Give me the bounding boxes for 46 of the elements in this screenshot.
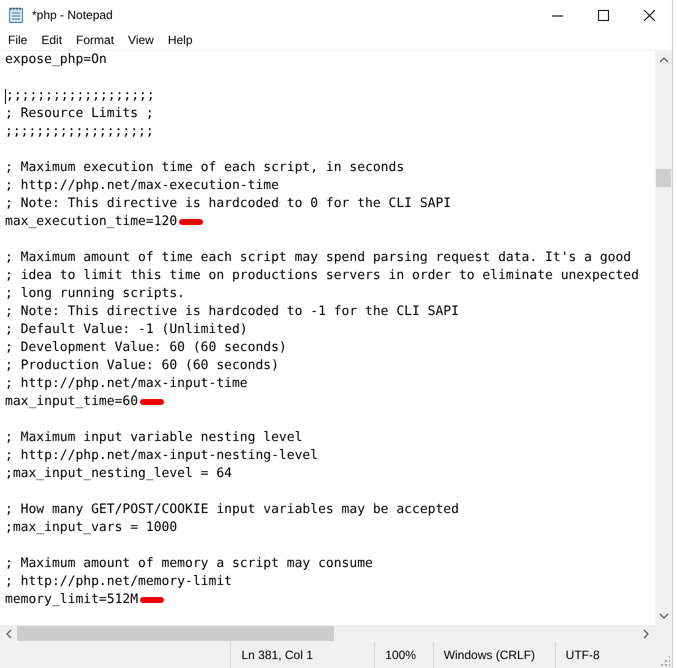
code-line: ; Production Value: 60 (60 seconds) (5, 357, 279, 375)
scroll-up-icon[interactable] (658, 57, 668, 63)
menu-item[interactable]: Help (160, 30, 200, 50)
menu-item[interactable]: View (121, 30, 161, 50)
code-line: ; Development Value: 60 (60 seconds) (5, 339, 287, 357)
resize-grip[interactable] (660, 656, 670, 666)
menu-item[interactable]: Format (69, 30, 122, 50)
scroll-left-icon[interactable] (6, 628, 12, 638)
window-title: *php - Notepad (32, 8, 113, 22)
cursor-position: Ln 381, Col 1 (241, 648, 313, 662)
code-line: ; Note: This directive is hardcoded to -1 for the CLI SAPI (5, 303, 459, 321)
vertical-scrollbar[interactable] (655, 51, 672, 642)
scroll-thumb[interactable] (17, 626, 334, 641)
line-ending: Windows (CRLF) (444, 648, 536, 662)
code-line: expose_php=On (5, 51, 107, 69)
code-line: ; http://php.net/max-input-time (5, 375, 248, 393)
menu-item[interactable]: File (1, 30, 34, 50)
code-line: ; http://php.net/memory-limit (5, 573, 232, 591)
scroll-down-icon[interactable] (658, 613, 668, 619)
code-line: ;max_input_nesting_level = 64 (5, 465, 232, 483)
code-line: ; Default Value: -1 (Unlimited) (5, 321, 248, 339)
code-line: max_execution_time=120 (5, 213, 178, 231)
code-line: ; Maximum amount of memory a script may consume (5, 555, 373, 573)
code-line: ; Maximum execution time of each script, in seconds (5, 159, 404, 177)
code-line: ;;;;;;;;;;;;;;;;;;; (6, 87, 155, 105)
code-line: ; Maximum input variable nesting level (5, 429, 302, 447)
code-line: ; http://php.net/max-input-nesting-level (5, 447, 318, 465)
close-icon (644, 10, 654, 20)
zoom-level: 100% (385, 648, 416, 662)
code-line: ; http://php.net/max-execution-time (5, 177, 279, 195)
code-line: ; long running scripts. (5, 285, 186, 303)
menu-item[interactable]: Edit (34, 30, 70, 50)
code-line: ; Maximum amount of time each script may spend parsing request data. It's a good (5, 249, 632, 267)
scroll-thumb[interactable] (656, 169, 671, 187)
code-line: ;;;;;;;;;;;;;;;;;;; (5, 123, 154, 141)
code-line: ;max_input_vars = 1000 (5, 519, 178, 537)
code-line: max_input_time=60 (5, 393, 138, 411)
code-line: ; Note: This directive is hardcoded to 0 for the CLI SAPI (5, 195, 452, 213)
notepad-icon (8, 6, 24, 24)
code-line: ; How many GET/POST/COOKIE input variables may be accepted (5, 501, 459, 519)
maximize-icon (598, 10, 608, 20)
code-line: ; Resource Limits ; (5, 105, 154, 123)
code-line: ; idea to limit this time on productions servers in order to eliminate unexpected (5, 267, 639, 285)
code-line: memory_limit=512M (5, 591, 138, 609)
scroll-right-icon[interactable] (643, 628, 649, 638)
text-encoding: UTF-8 (566, 648, 600, 662)
